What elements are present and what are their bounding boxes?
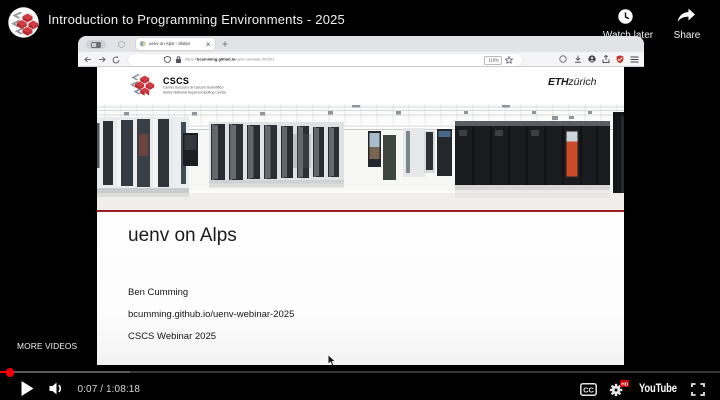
svg-text:HD: HD [621, 381, 628, 387]
svg-text:CC: CC [583, 385, 594, 394]
